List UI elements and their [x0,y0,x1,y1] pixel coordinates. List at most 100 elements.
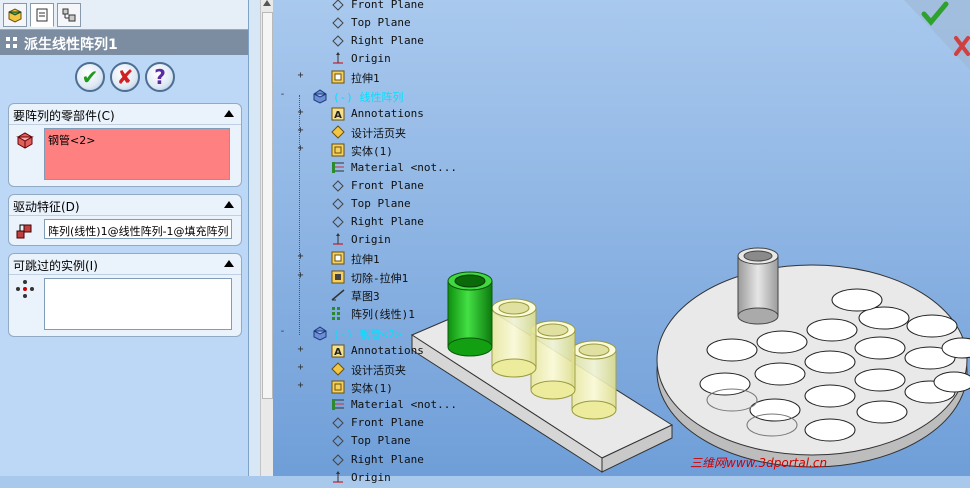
tree-node[interactable]: Origin [272,470,572,488]
tree-node-label: (-) 线性阵列 [333,90,404,104]
feature-tree[interactable]: Front Plane Top Plane Right Plane Origin + 拉伸… [272,0,572,484]
tree-node[interactable]: Front Plane [272,178,572,196]
annotations-icon: A [331,107,345,121]
tree-node-label: Annotations [351,343,424,357]
tree-node[interactable]: + 设计活页夹 [272,124,572,142]
tree-node[interactable]: 阵列(线性)1 [272,305,572,323]
tree-node[interactable]: - (-) 线性阵列 [272,88,572,106]
tree-node[interactable]: Right Plane [272,33,572,51]
tree-node[interactable]: Origin [272,232,572,250]
tree-node-label: 实体(1) [351,144,393,158]
group-header[interactable]: 要阵列的零部件(C) [9,104,241,125]
part-icon [313,326,327,341]
group-header[interactable]: 驱动特征(D) [9,195,241,216]
plane-icon [332,0,344,11]
driving-feature-field[interactable]: 阵列(线性)1@线性阵列-1@填充阵列 [44,219,232,239]
watermark: 三维网www.3dportal.cn [690,456,828,470]
help-icon: ? [154,65,166,89]
components-selection-box[interactable]: 钢管<2> [44,128,230,180]
tree-node[interactable]: - (-) 钢管<2> [272,325,572,343]
plane-icon [332,35,344,47]
tree-node-label: Top Plane [351,434,411,448]
sketch-icon [331,289,345,301]
expand-icon[interactable]: + [296,344,305,355]
manager-tabs [0,0,248,30]
tree-node[interactable]: + 实体(1) [272,142,572,160]
tree-node[interactable]: + A Annotations [272,106,572,124]
tree-node[interactable]: + 拉伸1 [272,250,572,268]
annotations-icon: A [331,344,345,358]
tree-node[interactable]: Top Plane [272,196,572,214]
tree-node[interactable]: Material <not... [272,160,572,178]
property-manager: 派生线性阵列1 ✔ ✘ ? 要阵列的零部件(C) 钢管<2> 驱动特征(D) 阵… [0,0,249,476]
tree-scrollbar[interactable] [260,0,273,476]
group-header[interactable]: 可跳过的实例(I) [9,254,241,275]
solid-bodies-icon [331,143,345,157]
collapse-icon[interactable] [224,260,234,267]
tree-node[interactable]: + A Annotations [272,343,572,361]
origin-icon [333,470,343,483]
tab-configurationmanager[interactable] [57,3,81,27]
tree-node[interactable]: + 拉伸1 [272,69,572,87]
checkmark-icon: ✔ [81,65,99,89]
ok-button[interactable]: ✔ [75,62,105,92]
tree-node[interactable]: Right Plane [272,214,572,232]
solid-bodies-icon [331,380,345,394]
tree-node[interactable]: Origin [272,51,572,69]
tree-node[interactable]: + 实体(1) [272,379,572,397]
tree-node-label: 切除-拉伸1 [351,271,409,285]
property-manager-titlebar: 派生线性阵列1 [0,30,248,55]
design-binder-icon [331,124,345,139]
tab-featuremanager[interactable] [3,3,27,27]
tree-node[interactable]: Front Plane [272,415,572,433]
plane-icon [332,435,344,448]
expand-icon[interactable]: + [296,363,305,373]
tree-node-label: Right Plane [351,34,424,48]
skip-instances-list[interactable] [44,278,232,330]
expand-icon[interactable]: + [296,71,305,81]
scroll-up-arrow-icon[interactable] [263,0,271,6]
expand-icon[interactable]: + [296,381,305,391]
property-manager-title: 派生线性阵列1 [24,37,118,53]
tree-node-label: Front Plane [351,179,424,192]
tree-node-label: Front Plane [351,0,424,11]
tree-node-label: 阵列(线性)1 [351,307,415,321]
tree-node[interactable]: Top Plane [272,433,572,451]
tab-propertymanager[interactable] [30,3,54,27]
cancel-button[interactable]: ✘ [110,62,140,92]
x-icon: ✘ [116,65,134,89]
tree-node-label: Front Plane [351,416,424,430]
round-plate-pipe [737,247,779,325]
material-icon [332,161,344,173]
tree-node[interactable]: Front Plane [272,0,572,15]
tree-node[interactable]: + 设计活页夹 [272,361,572,379]
tree-node-label: Right Plane [351,215,424,229]
cut-extrude-icon [331,270,345,283]
featuremanager-icon [8,8,22,23]
tree-node-label: 拉伸1 [351,253,380,267]
extrude-icon [331,251,345,265]
plane-icon [332,216,344,228]
skip-instances-icon [16,280,34,298]
components-to-pattern-group: 要阵列的零部件(C) 钢管<2> [8,103,242,187]
part-icon [313,88,327,104]
scroll-thumb[interactable] [262,12,273,399]
tree-node[interactable]: Top Plane [272,15,572,33]
property-manager-actions: ✔ ✘ ? [0,58,248,98]
tree-node[interactable]: + 切除-拉伸1 [272,269,572,287]
collapse-icon[interactable] [224,110,234,117]
configurationmanager-icon [62,8,76,22]
tree-node[interactable]: Material <not... [272,397,572,415]
tree-node-label: Annotations [351,106,424,120]
collapse-icon[interactable]: - [278,89,287,100]
collapse-icon[interactable]: - [278,326,287,337]
panel-splitter[interactable] [249,0,260,476]
selected-component[interactable]: 钢管<2> [48,132,95,148]
tree-node[interactable]: 草图3 [272,287,572,305]
collapse-icon[interactable] [224,201,234,208]
plane-icon [332,198,344,210]
tree-node[interactable]: Right Plane [272,452,572,470]
svg-text:A: A [334,347,342,358]
material-icon [332,399,344,411]
help-button[interactable]: ? [145,62,175,92]
